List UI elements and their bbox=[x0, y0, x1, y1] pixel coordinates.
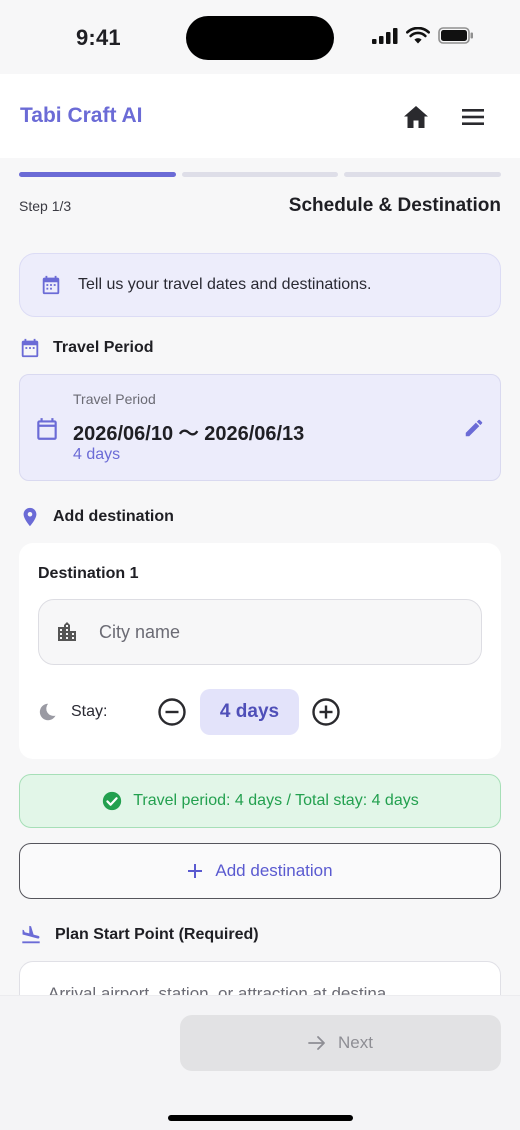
app-header: Tabi Craft AI bbox=[0, 74, 520, 158]
add-destination-title: Add destination bbox=[53, 508, 174, 525]
next-button[interactable]: Next bbox=[180, 1015, 501, 1071]
step-progress-bar bbox=[19, 172, 502, 177]
app-title: Tabi Craft AI bbox=[20, 104, 143, 127]
status-icons bbox=[372, 27, 474, 44]
calendar-icon bbox=[42, 275, 60, 295]
add-destination-label: Add destination bbox=[215, 861, 333, 880]
increase-stay-button[interactable] bbox=[311, 697, 341, 727]
destination-title: Destination 1 bbox=[38, 565, 139, 582]
add-destination-heading: Add destination bbox=[19, 506, 174, 528]
info-banner: Tell us your travel dates and destinatio… bbox=[19, 253, 501, 317]
cellular-signal-icon bbox=[372, 27, 398, 44]
step-title: Schedule & Destination bbox=[288, 195, 501, 216]
progress-segment-1 bbox=[19, 172, 176, 177]
progress-segment-3 bbox=[344, 172, 502, 177]
travel-period-days: 4 days bbox=[73, 446, 121, 463]
travel-period-title: Travel Period bbox=[53, 339, 154, 356]
travel-period-card[interactable]: Travel Period 2026/06/10 〜 2026/06/13 4 … bbox=[19, 374, 501, 481]
info-text: Tell us your travel dates and destinatio… bbox=[78, 276, 372, 293]
stay-value: 4 days bbox=[200, 689, 299, 735]
decrease-stay-button[interactable] bbox=[157, 697, 187, 727]
destination-card: Destination 1 City name Stay: 4 days bbox=[19, 543, 501, 759]
airplane-landing-icon bbox=[22, 925, 40, 944]
battery-icon bbox=[438, 27, 473, 44]
home-icon bbox=[404, 106, 428, 128]
calendar-icon bbox=[21, 338, 39, 358]
check-circle-icon bbox=[103, 791, 122, 811]
stay-label: Stay: bbox=[71, 703, 108, 720]
next-label: Next bbox=[338, 1033, 373, 1052]
add-destination-button[interactable]: Add destination bbox=[19, 843, 501, 899]
arrow-right-icon bbox=[308, 1036, 325, 1050]
menu-button[interactable] bbox=[460, 106, 486, 128]
stay-summary-banner: Travel period: 4 days / Total stay: 4 da… bbox=[19, 774, 501, 828]
status-bar: 9:41 bbox=[0, 0, 520, 74]
home-button[interactable] bbox=[402, 104, 430, 130]
travel-period-heading: Travel Period bbox=[19, 337, 154, 359]
dynamic-island bbox=[186, 16, 334, 60]
calendar-outline-icon bbox=[37, 418, 57, 440]
home-indicator bbox=[168, 1115, 353, 1121]
travel-period-label: Travel Period bbox=[73, 391, 156, 407]
wifi-icon bbox=[406, 27, 430, 44]
plan-start-title: Plan Start Point (Required) bbox=[55, 926, 259, 943]
plan-start-heading: Plan Start Point (Required) bbox=[19, 924, 259, 946]
city-buildings-icon bbox=[58, 622, 76, 641]
status-time: 9:41 bbox=[76, 25, 121, 50]
edit-pencil-icon[interactable] bbox=[463, 417, 485, 439]
step-indicator: Step 1/3 bbox=[19, 198, 72, 214]
progress-segment-2 bbox=[181, 172, 339, 177]
location-pin-icon bbox=[23, 507, 37, 527]
stay-summary-text: Travel period: 4 days / Total stay: 4 da… bbox=[133, 792, 419, 809]
hamburger-menu-icon bbox=[462, 109, 484, 125]
city-name-placeholder: City name bbox=[99, 621, 181, 642]
stay-row: Stay: 4 days bbox=[38, 689, 482, 735]
plus-icon bbox=[188, 864, 203, 878]
moon-icon bbox=[39, 703, 56, 721]
city-name-input[interactable]: City name bbox=[38, 599, 482, 665]
bottom-action-bar: Next bbox=[0, 995, 520, 1130]
travel-period-range: 2026/06/10 〜 2026/06/13 bbox=[73, 423, 305, 445]
